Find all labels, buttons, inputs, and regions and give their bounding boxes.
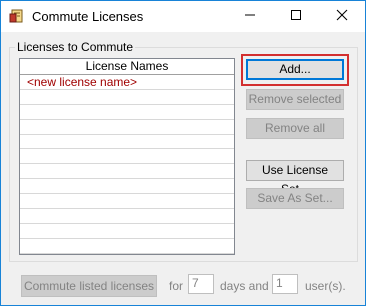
list-row[interactable] — [20, 254, 234, 255]
list-row[interactable] — [20, 120, 234, 135]
list-row[interactable] — [20, 90, 234, 105]
users-field[interactable]: 1 — [272, 274, 298, 294]
maximize-icon — [290, 9, 302, 24]
close-icon — [336, 9, 348, 24]
add-button[interactable]: Add... — [246, 59, 344, 80]
maximize-button[interactable] — [273, 1, 319, 32]
list-row[interactable] — [20, 209, 234, 224]
users-label: user(s). — [305, 279, 346, 293]
title-bar[interactable]: Commute Licenses — [1, 1, 365, 32]
for-label: for — [169, 279, 184, 293]
minimize-button[interactable] — [227, 1, 273, 32]
remove-all-button[interactable]: Remove all — [246, 118, 344, 139]
list-row[interactable] — [20, 135, 234, 150]
license-app-icon — [9, 8, 25, 24]
list-row[interactable] — [20, 224, 234, 239]
group-label: Licenses to Commute — [15, 40, 136, 54]
list-row[interactable] — [20, 239, 234, 254]
list-row[interactable]: <new license name> — [20, 75, 234, 90]
list-row[interactable] — [20, 194, 234, 210]
list-row[interactable] — [20, 164, 234, 180]
use-license-set-button[interactable]: Use License Set... — [246, 160, 344, 196]
license-list[interactable]: License Names <new license name> — [19, 58, 235, 255]
remove-selected-button[interactable]: Remove selected — [246, 89, 344, 110]
days-field[interactable]: 7 — [188, 274, 214, 294]
license-names-column-header[interactable]: License Names — [20, 59, 234, 75]
list-row[interactable] — [20, 149, 234, 165]
commute-listed-licenses-button[interactable]: Commute listed licenses — [21, 275, 157, 297]
days-label: days and — [220, 279, 269, 293]
window-title: Commute Licenses — [32, 9, 144, 24]
minimize-icon — [244, 9, 256, 24]
list-row[interactable] — [20, 105, 234, 120]
commute-licenses-dialog: Commute Licenses Licenses to Commute Lic… — [0, 0, 366, 306]
close-button[interactable] — [319, 1, 365, 32]
list-row[interactable] — [20, 179, 234, 195]
save-as-set-button[interactable]: Save As Set... — [246, 188, 344, 209]
